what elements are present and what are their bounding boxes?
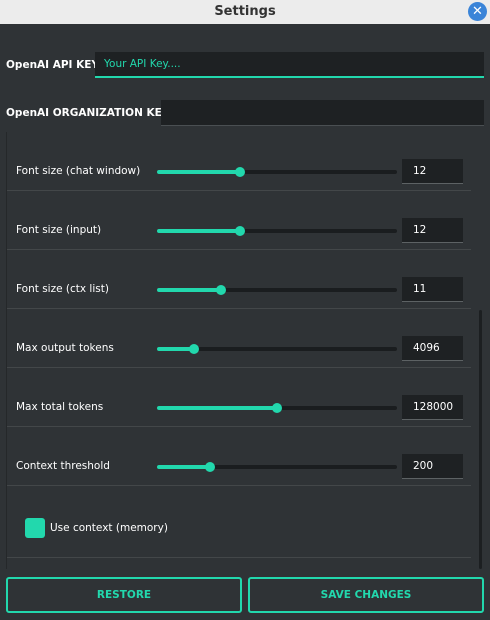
api-key-input[interactable]	[95, 52, 484, 78]
org-key-row: OpenAI ORGANIZATION KEY	[0, 100, 490, 128]
title-bar: Settings ✕	[0, 0, 490, 24]
slider-handle[interactable]	[234, 226, 245, 236]
setting-row-font-size-chat: Font size (chat window) 12	[7, 132, 471, 191]
context-threshold-slider[interactable]	[157, 462, 397, 472]
font-size-input-slider[interactable]	[157, 226, 397, 236]
max-output-tokens-slider[interactable]	[157, 344, 397, 354]
font-size-chat-value[interactable]: 12	[402, 159, 463, 184]
font-size-ctx-slider[interactable]	[157, 285, 397, 295]
restore-button[interactable]: RESTORE	[6, 577, 242, 613]
setting-label: Context threshold	[16, 460, 110, 472]
api-key-row: OpenAI API KEY	[0, 52, 490, 80]
font-size-chat-slider[interactable]	[157, 167, 397, 177]
setting-row-font-size-ctx: Font size (ctx list) 11	[7, 250, 471, 309]
setting-row-max-output-tokens: Max output tokens 4096	[7, 309, 471, 368]
slider-fill	[157, 229, 240, 233]
slider-fill	[157, 406, 277, 410]
scrollbar-thumb[interactable]	[479, 310, 482, 569]
setting-label: Font size (ctx list)	[16, 283, 109, 295]
use-context-row: Use context (memory)	[7, 497, 471, 558]
use-context-checkbox[interactable]	[25, 518, 45, 538]
setting-label: Max output tokens	[16, 342, 114, 354]
setting-row-context-threshold: Context threshold 200	[7, 427, 471, 486]
window-title: Settings	[214, 4, 276, 19]
setting-label: Font size (chat window)	[16, 165, 141, 177]
slider-fill	[157, 465, 211, 469]
max-total-tokens-slider[interactable]	[157, 403, 397, 413]
close-icon[interactable]: ✕	[468, 2, 487, 21]
slider-fill	[157, 170, 240, 174]
slider-handle[interactable]	[234, 167, 245, 177]
setting-row-max-total-tokens: Max total tokens 128000	[7, 368, 471, 427]
save-changes-button[interactable]: SAVE CHANGES	[248, 577, 484, 613]
org-key-input[interactable]	[161, 100, 484, 126]
slider-fill	[157, 288, 222, 292]
slider-handle[interactable]	[272, 403, 282, 413]
settings-scroll-area[interactable]: Font size (chat window) 12 Font size (in…	[6, 132, 484, 569]
setting-label: Max total tokens	[16, 401, 104, 413]
font-size-ctx-value[interactable]: 11	[402, 277, 463, 302]
setting-row-font-size-input: Font size (input) 12	[7, 191, 471, 250]
max-output-tokens-value[interactable]: 4096	[402, 336, 463, 361]
slider-handle[interactable]	[188, 344, 199, 354]
use-context-label[interactable]: Use context (memory)	[50, 522, 168, 534]
max-total-tokens-value[interactable]: 128000	[402, 395, 463, 420]
org-key-label: OpenAI ORGANIZATION KEY	[6, 107, 170, 119]
slider-handle[interactable]	[216, 285, 227, 295]
font-size-input-value[interactable]: 12	[402, 218, 463, 243]
context-threshold-value[interactable]: 200	[402, 454, 463, 479]
slider-handle[interactable]	[205, 462, 216, 472]
scrollbar[interactable]	[479, 132, 484, 569]
setting-label: Font size (input)	[16, 224, 102, 236]
api-key-label: OpenAI API KEY	[6, 59, 100, 71]
